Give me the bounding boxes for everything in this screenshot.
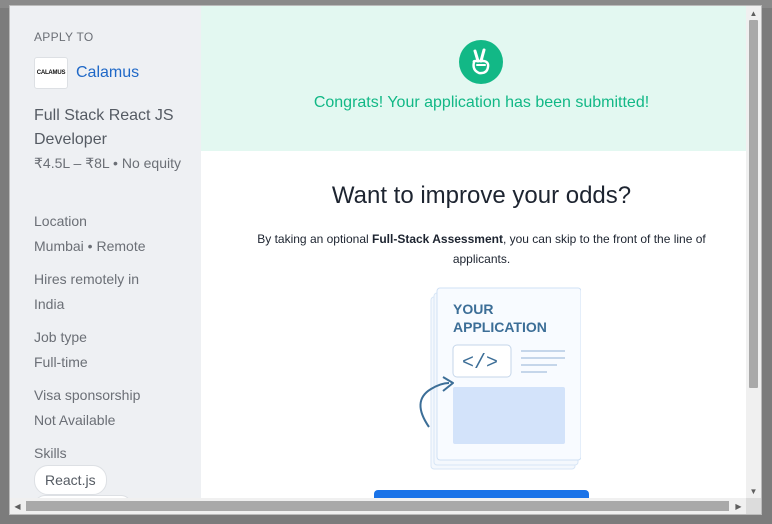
assessment-description: By taking an optional Full-Stack Assessm…: [253, 229, 710, 269]
vertical-scroll-thumb[interactable]: [749, 20, 758, 388]
application-modal: APPLY TO CALAMUS Calamus Full Stack Reac…: [10, 6, 761, 514]
job-title: Full Stack React JS Developer: [34, 107, 174, 148]
scroll-up-arrow-icon[interactable]: ▲: [746, 6, 761, 20]
visa-sponsorship-value: Not Available: [34, 412, 116, 428]
scroll-down-arrow-icon[interactable]: ▼: [746, 484, 761, 498]
scroll-right-arrow-icon[interactable]: ▶: [731, 499, 746, 513]
company-name-link[interactable]: Calamus: [76, 64, 139, 82]
visa-sponsorship-label: Visa sponsorship: [34, 387, 141, 403]
scrollbar-corner: [746, 498, 761, 514]
desc-text-1: By taking an optional: [257, 232, 372, 246]
success-banner: Congrats! Your application has been subm…: [201, 6, 746, 151]
code-icon: </>: [462, 352, 498, 375]
job-type-label: Job type: [34, 329, 87, 345]
skills-label: Skills: [34, 445, 67, 461]
assessment-name: Full-Stack Assessment: [372, 232, 503, 246]
improve-odds-heading: Want to improve your odds?: [331, 182, 632, 209]
illus-line-1: YOUR: [453, 301, 493, 317]
job-type-value: Full-time: [34, 354, 88, 370]
location-value: Mumbai • Remote: [34, 238, 146, 254]
take-assessment-button[interactable]: [374, 490, 589, 498]
company-logo: CALAMUS: [34, 57, 68, 89]
salary-range: ₹4.5L – ₹8L • No equity: [34, 155, 181, 171]
apply-to-label: APPLY TO: [34, 30, 94, 44]
confirmation-panel: Congrats! Your application has been subm…: [201, 6, 746, 498]
illus-line-2: APPLICATION: [453, 319, 547, 335]
hires-remotely-value: India: [34, 296, 65, 312]
application-illustration: YOUR APPLICATION </>: [419, 287, 581, 470]
job-summary-sidebar: APPLY TO CALAMUS Calamus Full Stack Reac…: [10, 6, 201, 498]
success-message: Congrats! Your application has been subm…: [313, 94, 650, 111]
skill-chip: React.js: [34, 465, 107, 495]
vertical-scrollbar[interactable]: ▲ ▼: [746, 6, 761, 498]
horizontal-scrollbar[interactable]: ◀ ▶: [10, 498, 746, 514]
victory-hand-icon: [459, 40, 503, 84]
company-row[interactable]: CALAMUS Calamus: [34, 57, 139, 89]
location-label: Location: [34, 213, 87, 229]
hires-remotely-label: Hires remotely in: [34, 271, 140, 287]
horizontal-scroll-thumb[interactable]: [26, 501, 729, 511]
scroll-left-arrow-icon[interactable]: ◀: [10, 499, 25, 513]
